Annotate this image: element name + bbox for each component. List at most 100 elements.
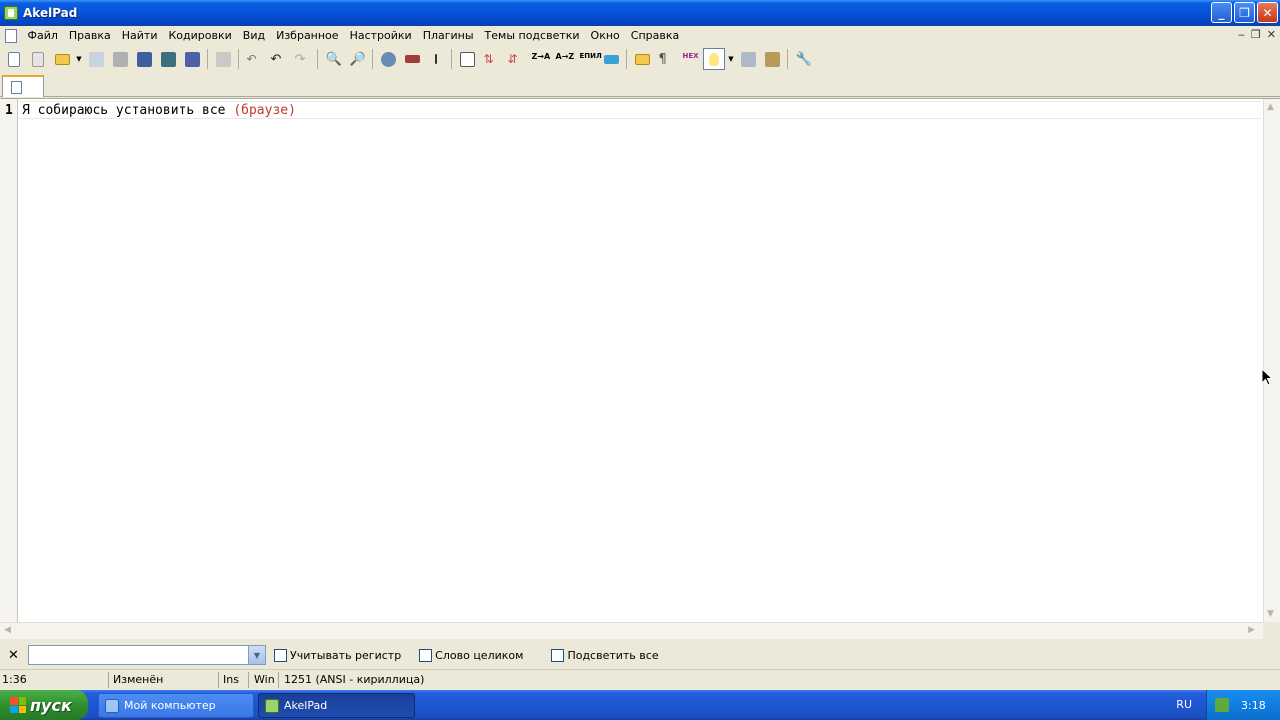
highlight-all-label: Подсветить все <box>567 648 659 662</box>
match-case-checkbox[interactable]: Учитывать регистр <box>274 648 402 662</box>
status-encoding[interactable]: 1251 (ANSI - кириллица) <box>284 673 424 686</box>
language-indicator[interactable]: RU <box>1176 698 1192 711</box>
toolbar-separator <box>238 49 239 69</box>
hex-icon[interactable]: HEX <box>679 48 701 70</box>
taskbar-item-label: AkelPad <box>284 699 328 712</box>
insert-date-icon[interactable] <box>401 48 423 70</box>
mdi-close-icon[interactable]: ✕ <box>1267 28 1276 41</box>
network-tray-icon[interactable] <box>1215 698 1229 712</box>
taskbar-akelpad[interactable]: AkelPad <box>258 693 415 718</box>
minimize-button[interactable]: _ <box>1211 2 1232 23</box>
sort-desc-icon[interactable]: ⇵ <box>504 48 526 70</box>
convert-icon[interactable] <box>600 48 622 70</box>
highlighted-paren-text: (браузе) <box>233 103 296 118</box>
list-icon[interactable] <box>456 48 478 70</box>
status-cursor-position[interactable]: 1:36 <box>2 673 27 686</box>
print-icon[interactable] <box>212 48 234 70</box>
menu-settings[interactable]: Настройки <box>344 29 417 42</box>
find-next-icon[interactable]: 🔎 <box>346 48 368 70</box>
save-icon[interactable] <box>133 48 155 70</box>
title-bar[interactable]: AkelPad _ ❐ ✕ <box>0 0 1280 26</box>
restore-button[interactable]: ❐ <box>1234 2 1255 23</box>
status-separator <box>108 672 109 688</box>
highlight-all-box[interactable] <box>551 648 565 662</box>
sort-asc-icon[interactable]: ⇅ <box>480 48 502 70</box>
menu-view[interactable]: Вид <box>237 29 270 42</box>
menu-window[interactable]: Окно <box>585 29 625 42</box>
scroll-up-icon[interactable]: ▲ <box>1267 102 1274 112</box>
horizontal-scrollbar[interactable]: ◀ ▶ <box>0 622 1263 639</box>
reopen-icon[interactable] <box>85 48 107 70</box>
whole-word-checkbox[interactable]: Слово целиком <box>419 648 523 662</box>
find-input[interactable]: ▼ <box>28 645 266 665</box>
editor-area[interactable]: 1 Я собираюсь установить все (браузе) ▲ … <box>0 98 1280 639</box>
transliterate-icon[interactable]: EПИЛ <box>576 48 602 70</box>
find-close-icon[interactable]: ✕ <box>8 648 20 663</box>
menu-edit[interactable]: Правка <box>63 29 116 42</box>
case-za-icon[interactable]: Z→A <box>528 48 551 70</box>
taskbar-item-label: Мой компьютер <box>124 699 216 712</box>
highlight-bulb-icon[interactable] <box>703 48 725 70</box>
whole-word-box[interactable] <box>419 648 433 662</box>
open-folder-icon[interactable] <box>51 48 73 70</box>
start-button[interactable]: пуск <box>0 690 88 720</box>
cursor-mark-icon[interactable] <box>425 48 447 70</box>
scroll-down-icon[interactable]: ▼ <box>1267 609 1274 619</box>
toolbar-separator <box>626 49 627 69</box>
computer-icon <box>105 698 119 713</box>
menu-favorites[interactable]: Избранное <box>271 29 344 42</box>
menu-plugins[interactable]: Плагины <box>417 29 479 42</box>
status-separator <box>278 672 279 688</box>
clipboard-icon[interactable] <box>761 48 783 70</box>
find-icon[interactable]: 🔍 <box>322 48 344 70</box>
status-bar: 1:36 Изменён Ins Win 1251 (ANSI - кирилл… <box>0 669 1280 689</box>
scroll-right-icon[interactable]: ▶ <box>1248 625 1255 635</box>
scroll-left-icon[interactable]: ◀ <box>4 625 11 635</box>
windows-logo-icon <box>10 697 26 713</box>
text-content: Я собираюсь установить все <box>22 103 234 118</box>
akelpad-app-icon <box>4 6 18 20</box>
go-to-line-icon[interactable] <box>377 48 399 70</box>
save-as-icon[interactable] <box>157 48 179 70</box>
undo-icon[interactable]: ↶ <box>267 48 289 70</box>
split-window-icon[interactable] <box>737 48 759 70</box>
find-dropdown-icon[interactable]: ▼ <box>248 646 265 664</box>
document-tab[interactable] <box>2 75 44 97</box>
status-newline[interactable]: Win <box>254 673 275 686</box>
close-button[interactable]: ✕ <box>1257 2 1278 23</box>
match-case-label: Учитывать регистр <box>290 648 402 662</box>
mdi-restore-icon[interactable]: ❐ <box>1251 28 1261 41</box>
vertical-scrollbar[interactable]: ▲ ▼ <box>1263 99 1280 622</box>
menu-highlight-themes[interactable]: Темы подсветки <box>479 29 585 42</box>
new-file-icon[interactable] <box>3 48 25 70</box>
plugin-tools-icon[interactable]: 🔧 <box>792 48 814 70</box>
toolbar-separator <box>372 49 373 69</box>
editor-text-line[interactable]: Я собираюсь установить все (браузе) <box>22 103 1258 119</box>
highlight-dropdown-icon[interactable]: ▼ <box>727 48 735 70</box>
start-label: пуск <box>30 695 72 715</box>
case-az-icon[interactable]: A→Z <box>552 48 575 70</box>
match-case-box[interactable] <box>274 648 287 662</box>
line-number: 1 <box>5 103 13 118</box>
open-dropdown-icon[interactable]: ▼ <box>75 48 83 70</box>
clock[interactable]: 3:18 <box>1241 699 1266 712</box>
status-insert-mode[interactable]: Ins <box>223 673 239 686</box>
menu-find[interactable]: Найти <box>116 29 163 42</box>
menu-help[interactable]: Справка <box>625 29 684 42</box>
highlight-all-checkbox[interactable]: Подсветить все <box>551 648 659 662</box>
mdi-minimize-icon[interactable]: ‒ <box>1238 28 1245 41</box>
save-copy-icon[interactable] <box>181 48 203 70</box>
taskbar-my-computer[interactable]: Мой компьютер <box>98 693 254 718</box>
redo-icon[interactable]: ↷ <box>291 48 313 70</box>
save-all-icon[interactable] <box>109 48 131 70</box>
menu-encodings[interactable]: Кодировки <box>163 29 237 42</box>
new-window-icon[interactable] <box>27 48 49 70</box>
menu-bar: Файл Правка Найти Кодировки Вид Избранно… <box>0 26 1280 45</box>
mdi-controls: ‒ ❐ ✕ <box>1238 28 1276 41</box>
window-title: AkelPad <box>23 6 78 20</box>
document-icon[interactable] <box>5 28 17 43</box>
undo-all-icon[interactable]: ↶ <box>243 48 265 70</box>
pilcrow-icon[interactable]: ¶ <box>655 48 677 70</box>
menu-file[interactable]: Файл <box>22 29 63 42</box>
explorer-icon[interactable] <box>631 48 653 70</box>
